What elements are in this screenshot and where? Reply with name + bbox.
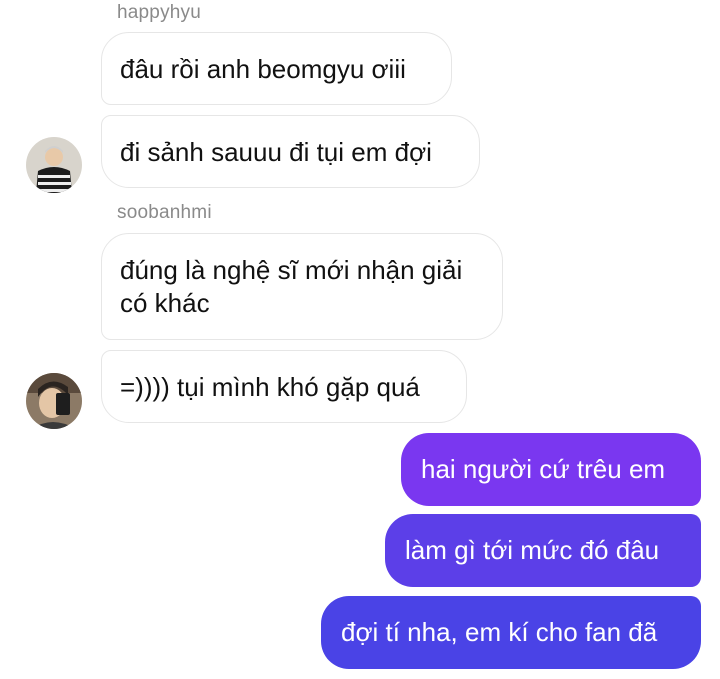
avatar-soobanhmi-icon — [26, 373, 82, 429]
outgoing-message[interactable]: đợi tí nha, em kí cho fan đã — [321, 596, 701, 669]
avatar-soobanhmi[interactable] — [26, 373, 82, 429]
message-text: đúng là nghệ sĩ mới nhận giải có khác — [120, 255, 463, 318]
outgoing-message[interactable]: hai người cứ trêu em — [401, 433, 701, 506]
avatar-happyhyu-icon — [26, 137, 82, 193]
sender-name-happyhyu: happyhyu — [117, 2, 202, 23]
message-text: hai người cứ trêu em — [421, 454, 666, 484]
message-text: làm gì tới mức đó đâu — [405, 535, 660, 565]
avatar-happyhyu[interactable] — [26, 137, 82, 193]
message-text: đi sảnh sauuu đi tụi em đợi — [120, 137, 432, 167]
incoming-message[interactable]: đúng là nghệ sĩ mới nhận giải có khác — [101, 233, 503, 340]
incoming-message[interactable]: =)))) tụi mình khó gặp quá — [101, 350, 467, 423]
message-text: đợi tí nha, em kí cho fan đã — [341, 617, 658, 647]
message-text: đâu rồi anh beomgyu ơiii — [120, 54, 406, 84]
incoming-message[interactable]: đâu rồi anh beomgyu ơiii — [101, 32, 452, 105]
sender-name-soobanhmi: soobanhmi — [117, 202, 212, 223]
chat-thread: happyhyu đâu rồi anh beomgyu ơiii đi sản… — [0, 0, 720, 679]
incoming-message[interactable]: đi sảnh sauuu đi tụi em đợi — [101, 115, 480, 188]
message-text: =)))) tụi mình khó gặp quá — [120, 372, 420, 402]
outgoing-message[interactable]: làm gì tới mức đó đâu — [385, 514, 701, 587]
